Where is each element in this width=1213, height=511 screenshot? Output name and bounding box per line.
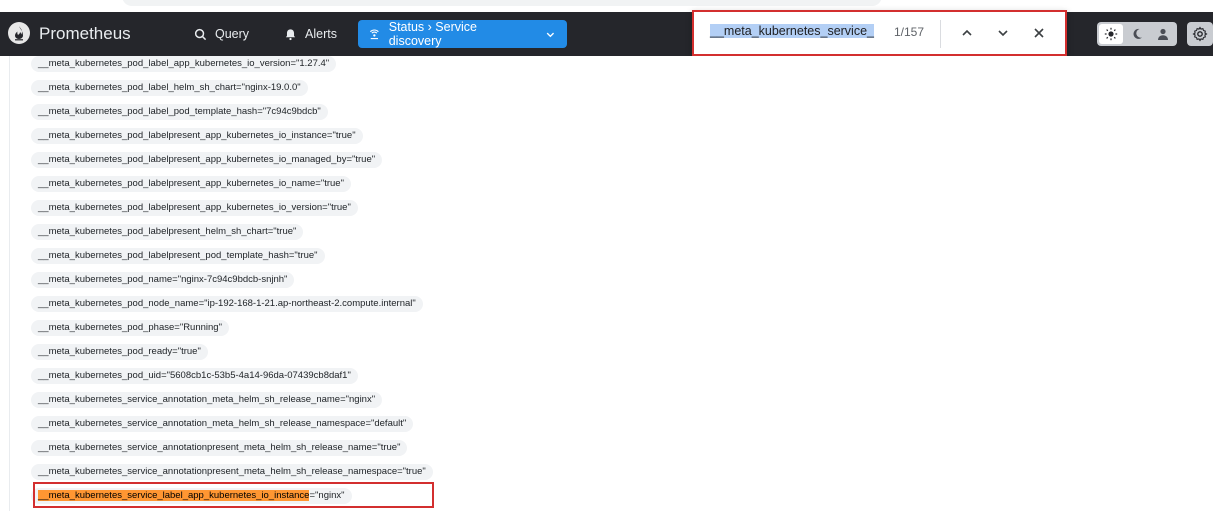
gear-icon [1192,26,1208,42]
find-match-count: 1/157 [894,25,925,39]
find-next-button[interactable] [993,23,1013,43]
brand-title[interactable]: Prometheus [39,24,131,44]
settings-button[interactable] [1187,22,1213,46]
nav-alerts[interactable]: Alerts [274,20,347,48]
search-icon [194,28,207,40]
nav-query[interactable]: Query [184,20,259,48]
label-chip: __meta_kubernetes_service_annotationpres… [31,464,433,480]
label-chip: __meta_kubernetes_pod_node_name="ip-192-… [31,296,423,312]
nav-alerts-label: Alerts [305,27,337,41]
theme-toggle-group [1097,22,1177,46]
theme-dark-button[interactable] [1125,24,1149,44]
find-close-button[interactable] [1029,23,1049,43]
nav-status-dropdown[interactable]: Status › Service discovery [358,20,567,48]
sun-icon [1104,27,1118,41]
bell-icon [285,28,296,40]
label-chip: __meta_kubernetes_pod_label_app_kubernet… [31,56,337,72]
find-divider [940,20,941,48]
label-chip: __meta_kubernetes_service_annotation_met… [31,392,383,408]
nav-query-label: Query [215,27,250,41]
close-icon [1034,28,1044,38]
label-chip: __meta_kubernetes_pod_labelpresent_app_k… [31,128,363,144]
annotation-box [33,482,434,508]
label-chip: __meta_kubernetes_pod_labelpresent_app_k… [31,176,351,192]
labels-panel: __meta_kubernetes_pod_label_app_kubernet… [0,56,1213,511]
chevron-down-icon [546,32,555,37]
chevron-down-icon [998,30,1008,37]
label-chip: __meta_kubernetes_pod_name="nginx-7c94c9… [31,272,295,288]
find-previous-button[interactable] [957,23,977,43]
theme-light-button[interactable] [1099,24,1123,44]
label-chip: __meta_kubernetes_pod_uid="5608cb1c-53b5… [31,368,358,384]
label-chip: __meta_kubernetes_pod_label_pod_template… [31,104,328,120]
label-chip: __meta_kubernetes_pod_phase="Running" [31,320,229,336]
label-chip: __meta_kubernetes_service_annotationpres… [31,440,408,456]
chevron-up-icon [962,29,972,36]
broadcast-icon [369,29,379,39]
label-chip: __meta_kubernetes_pod_labelpresent_helm_… [31,224,304,240]
browser-address-bar-edge [122,0,882,6]
label-chip: __meta_kubernetes_service_annotation_met… [31,416,414,432]
find-input[interactable]: __meta_kubernetes_service_ [710,24,874,38]
prometheus-flame-icon[interactable] [8,22,30,44]
panel-left-border [9,56,10,511]
label-chip: __meta_kubernetes_pod_labelpresent_app_k… [31,200,358,216]
label-chip: __meta_kubernetes_pod_label_helm_sh_char… [31,80,308,96]
nav-status-label: Status › Service discovery [388,20,477,48]
theme-user-button[interactable] [1151,24,1175,44]
label-chip: __meta_kubernetes_pod_labelpresent_pod_t… [31,248,325,264]
moon-icon [1133,28,1142,39]
user-icon [1158,28,1168,40]
label-chip: __meta_kubernetes_pod_labelpresent_app_k… [31,152,383,168]
label-chip: __meta_kubernetes_pod_ready="true" [31,344,208,360]
browser-find-bar: __meta_kubernetes_service_ 1/157 [692,10,1067,56]
